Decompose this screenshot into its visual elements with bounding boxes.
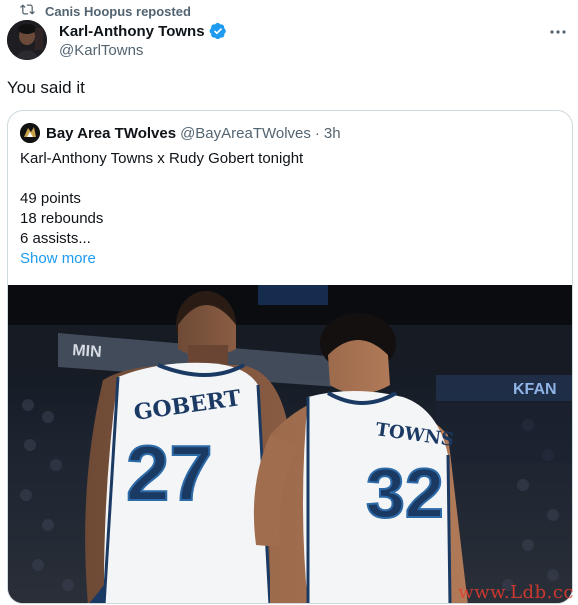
quoted-handle: @BayAreaTWolves xyxy=(180,124,311,142)
arena-sign-right: KFAN xyxy=(513,381,557,398)
author-info: Karl-Anthony Towns @KarlTowns xyxy=(59,22,227,59)
jersey-number-right: 32 xyxy=(366,454,444,532)
quoted-line xyxy=(20,169,560,189)
more-icon xyxy=(549,22,567,40)
quoted-line: 18 rebounds xyxy=(20,210,104,227)
quoted-tweet[interactable]: Bay Area TWolves @BayAreaTWolves · 3h Ka… xyxy=(7,110,573,604)
repost-icon xyxy=(20,2,35,20)
quoted-timestamp[interactable]: 3h xyxy=(324,125,341,142)
quoted-line: Karl-Anthony Towns x Rudy Gobert tonight xyxy=(20,150,304,167)
repost-banner[interactable]: Canis Hoopus reposted xyxy=(20,2,191,20)
author-display-name[interactable]: Karl-Anthony Towns xyxy=(59,23,205,40)
jersey-number-left: 27 xyxy=(126,429,213,517)
verified-badge-icon xyxy=(209,22,227,40)
watermark: www.Ldb.cc xyxy=(458,582,574,603)
repost-text: Canis Hoopus reposted xyxy=(45,3,191,19)
quoted-separator: · xyxy=(314,124,320,142)
quoted-display-name: Bay Area TWolves xyxy=(46,124,177,142)
quoted-tweet-header: Bay Area TWolves @BayAreaTWolves · 3h xyxy=(20,123,341,143)
quoted-media-image[interactable]: MIN KFAN GOBERT 27 TOWNS 32 xyxy=(8,285,572,603)
show-more-link[interactable]: Show more xyxy=(20,249,560,269)
author-handle[interactable]: @KarlTowns xyxy=(59,42,227,59)
more-options-button[interactable] xyxy=(548,24,568,38)
quoted-line: 6 assists... xyxy=(20,230,91,247)
quoted-tweet-body: Karl-Anthony Towns x Rudy Gobert tonight… xyxy=(20,149,560,269)
quoted-author-avatar xyxy=(20,123,40,143)
arena-sign-left: MIN xyxy=(72,342,102,361)
quoted-line: 49 points xyxy=(20,190,81,207)
author-avatar[interactable] xyxy=(7,20,47,60)
tweet-text: You said it xyxy=(7,78,85,97)
